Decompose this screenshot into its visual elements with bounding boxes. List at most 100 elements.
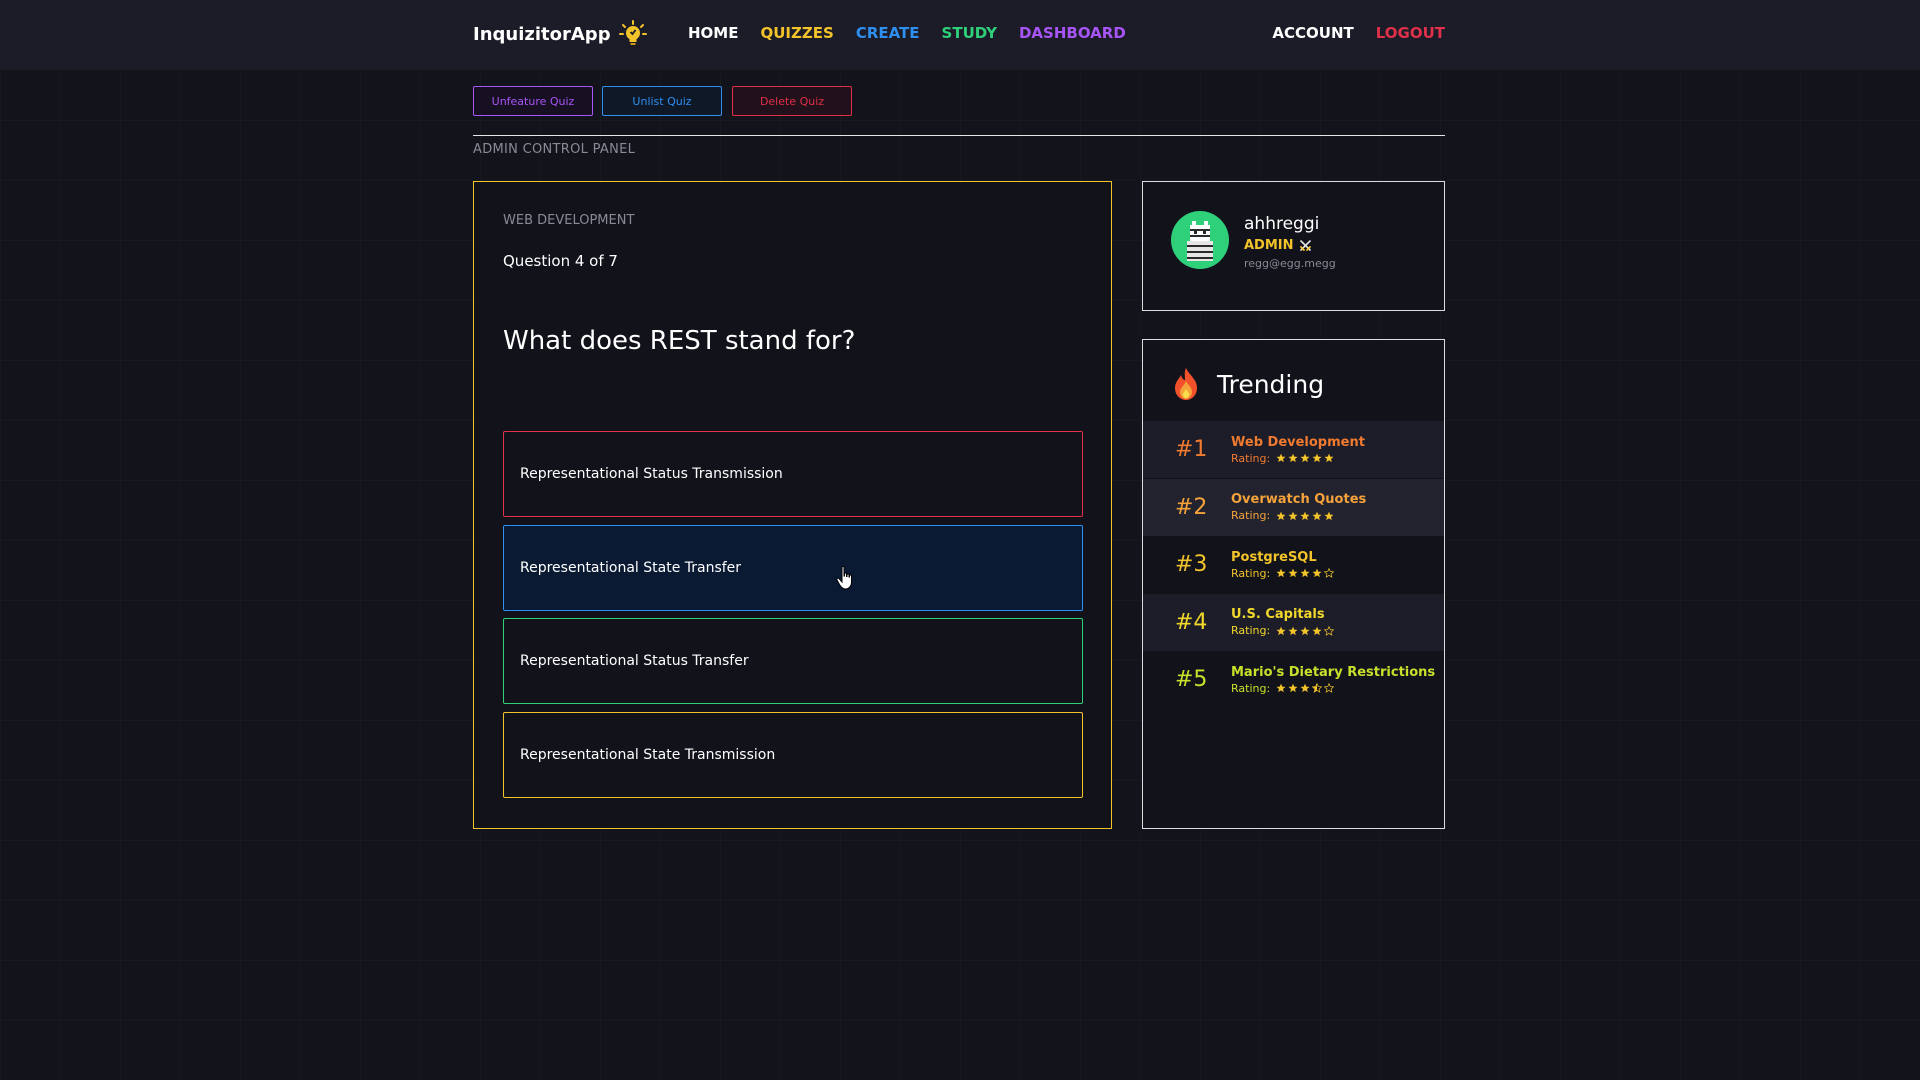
profile-email: regg@egg.megg xyxy=(1244,257,1336,270)
trending-rating: Rating: xyxy=(1231,624,1335,637)
trending-rank: #5 xyxy=(1175,667,1208,692)
trending-rank: #1 xyxy=(1175,437,1208,462)
nav-home[interactable]: HOME xyxy=(688,24,738,42)
star-full-icon xyxy=(1288,683,1298,693)
divider xyxy=(473,135,1445,136)
star-rating xyxy=(1276,453,1334,463)
answer-option-2[interactable]: Representational State Transfer xyxy=(503,525,1083,611)
delete-quiz-button[interactable]: Delete Quiz xyxy=(732,86,852,116)
answer-text: Representational Status Transmission xyxy=(520,466,783,482)
star-empty-icon xyxy=(1324,568,1335,578)
star-full-icon xyxy=(1276,453,1286,463)
star-full-icon xyxy=(1300,626,1310,635)
hand-cursor-icon xyxy=(836,566,852,590)
quiz-card: WEB DEVELOPMENT Question 4 of 7 What doe… xyxy=(473,181,1112,829)
star-rating xyxy=(1276,625,1335,636)
nav-study[interactable]: STUDY xyxy=(942,24,997,42)
star-full-icon xyxy=(1300,511,1310,520)
star-full-icon xyxy=(1312,511,1322,520)
star-full-icon xyxy=(1288,626,1298,635)
star-full-icon xyxy=(1324,511,1334,520)
trending-title: Trending xyxy=(1217,369,1325,399)
trending-quiz-name: Overwatch Quotes xyxy=(1231,492,1367,507)
fire-icon xyxy=(1175,368,1197,400)
trending-quiz-name: PostgreSQL xyxy=(1231,549,1317,565)
account-nav: ACCOUNT LOGOUT xyxy=(1272,24,1445,42)
rating-label: Rating: xyxy=(1231,509,1271,522)
trending-item[interactable]: #3 PostgreSQL Rating: xyxy=(1143,536,1444,593)
trending-item[interactable]: #1 Web Development Rating: xyxy=(1143,421,1444,478)
star-full-icon xyxy=(1276,683,1286,693)
admin-panel-label: ADMIN CONTROL PANEL xyxy=(473,142,636,157)
star-full-icon xyxy=(1300,683,1310,693)
trending-info: Web Development Rating: xyxy=(1231,435,1365,465)
star-empty-icon xyxy=(1324,683,1335,693)
unfeature-quiz-button[interactable]: Unfeature Quiz xyxy=(473,86,593,116)
star-rating xyxy=(1276,511,1334,521)
trending-quiz-name: Mario's Dietary Restrictions xyxy=(1231,664,1436,680)
trending-info: Overwatch Quotes Rating: xyxy=(1231,492,1366,522)
trending-rank: #2 xyxy=(1175,494,1208,520)
lightbulb-icon xyxy=(618,20,647,45)
quiz-category: WEB DEVELOPMENT xyxy=(503,213,635,228)
main-nav: HOME QUIZZES CREATE STUDY DASHBOARD xyxy=(688,24,1126,42)
trending-rating: Rating: xyxy=(1231,682,1435,695)
trending-quiz-name: Web Development xyxy=(1231,434,1365,450)
rating-label: Rating: xyxy=(1231,624,1271,637)
trending-quiz-name: U.S. Capitals xyxy=(1231,607,1325,622)
star-rating xyxy=(1276,683,1335,693)
question-text: What does REST stand for? xyxy=(503,326,856,356)
star-full-icon xyxy=(1276,568,1286,578)
star-full-icon xyxy=(1312,453,1322,463)
role-label: ADMIN xyxy=(1244,238,1294,253)
question-counter: Question 4 of 7 xyxy=(503,252,618,270)
star-full-icon xyxy=(1300,453,1310,463)
answer-text: Representational State Transfer xyxy=(520,560,742,576)
star-full-icon xyxy=(1312,568,1322,578)
rating-label: Rating: xyxy=(1231,566,1271,580)
star-full-icon xyxy=(1288,453,1298,463)
star-full-icon xyxy=(1312,626,1322,635)
star-full-icon xyxy=(1300,568,1310,578)
trending-item[interactable]: #5 Mario's Dietary Restrictions Rating: xyxy=(1143,651,1444,708)
trending-rating: Rating: xyxy=(1231,566,1335,580)
trending-rank: #4 xyxy=(1175,609,1208,635)
profile-card: ahhreggi ADMIN regg@egg.megg xyxy=(1142,181,1445,311)
trending-info: U.S. Capitals Rating: xyxy=(1231,607,1335,637)
nav-logout[interactable]: LOGOUT xyxy=(1376,24,1445,42)
top-navbar: InquizitorApp HOME QUIZZES CREATE STUDY … xyxy=(0,0,1920,70)
avatar[interactable] xyxy=(1171,211,1229,269)
star-empty-icon xyxy=(1324,625,1335,636)
nav-create[interactable]: CREATE xyxy=(856,24,920,42)
star-full-icon xyxy=(1276,511,1286,520)
star-full-icon xyxy=(1288,511,1298,520)
answer-option-3[interactable]: Representational Status Transfer xyxy=(503,618,1083,704)
trending-rating: Rating: xyxy=(1231,452,1365,465)
nav-quizzes[interactable]: QUIZZES xyxy=(760,24,833,42)
star-full-icon xyxy=(1324,453,1334,463)
nav-account[interactable]: ACCOUNT xyxy=(1272,24,1353,42)
trending-info: PostgreSQL Rating: xyxy=(1231,549,1335,580)
nav-dashboard[interactable]: DASHBOARD xyxy=(1019,24,1126,42)
crossed-swords-icon xyxy=(1299,240,1311,251)
star-full-icon xyxy=(1276,626,1286,635)
brand-name: InquizitorApp xyxy=(473,23,611,45)
trending-header: Trending xyxy=(1171,366,1324,402)
trending-info: Mario's Dietary Restrictions Rating: xyxy=(1231,665,1435,695)
rating-label: Rating: xyxy=(1231,681,1271,695)
unlist-quiz-button[interactable]: Unlist Quiz xyxy=(602,86,722,116)
star-rating xyxy=(1276,568,1335,578)
trending-rank: #3 xyxy=(1175,552,1208,577)
answer-option-1[interactable]: Representational Status Transmission xyxy=(503,431,1083,517)
answer-text: Representational State Transmission xyxy=(520,747,776,763)
trending-item[interactable]: #2 Overwatch Quotes Rating: xyxy=(1143,478,1444,536)
answer-option-4[interactable]: Representational State Transmission xyxy=(503,712,1083,798)
profile-role: ADMIN xyxy=(1244,238,1312,253)
trending-card: Trending #1 Web Development Rating: #2 Overw… xyxy=(1142,339,1445,829)
star-half-icon xyxy=(1312,683,1323,693)
rating-label: Rating: xyxy=(1231,451,1271,465)
trending-rating: Rating: xyxy=(1231,509,1366,522)
star-full-icon xyxy=(1288,568,1298,578)
brand[interactable]: InquizitorApp xyxy=(473,20,647,46)
trending-item[interactable]: #4 U.S. Capitals Rating: xyxy=(1143,593,1444,651)
